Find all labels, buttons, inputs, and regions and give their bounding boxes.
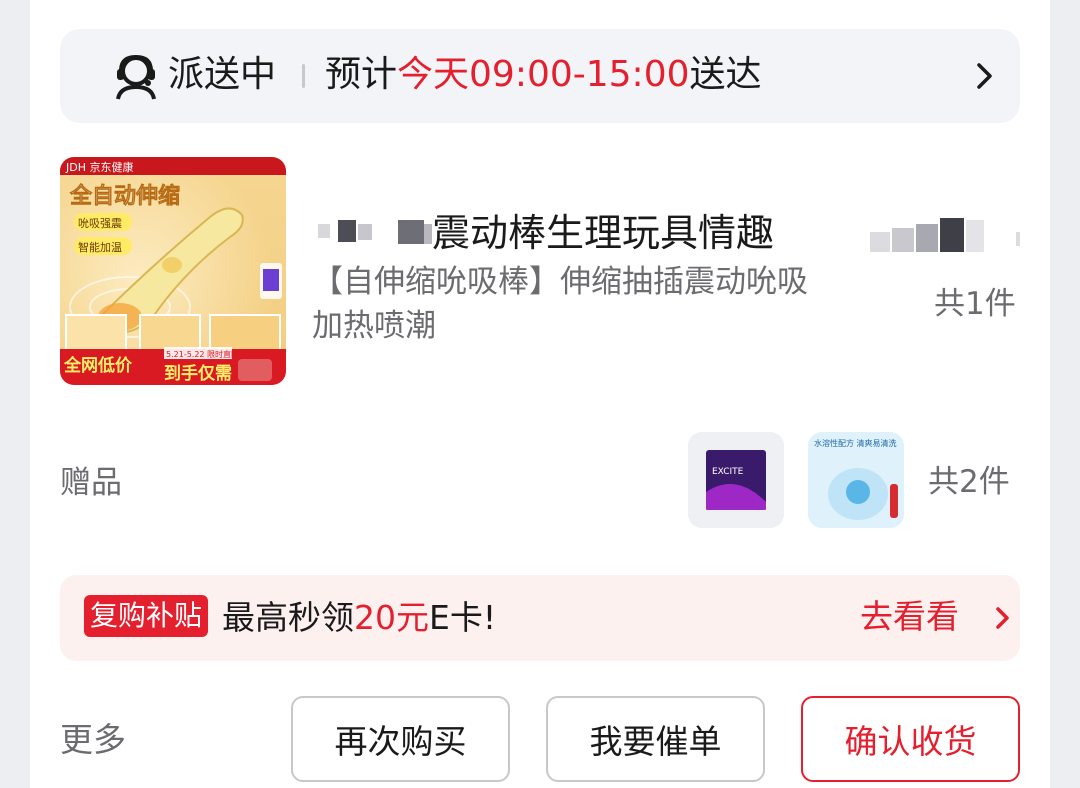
product-image[interactable]: JDH 京东健康 全自动伸缩 吮吸强震 智能加温 全网低价 5.21-5.22 … bbox=[60, 157, 286, 385]
redacted-price bbox=[870, 212, 1020, 256]
promo-suffix: E卡! bbox=[429, 598, 497, 637]
order-card: 派送中 预计今天09:00-15:00送达 JDH 京东健康 全自动伸缩 吮吸强… bbox=[30, 0, 1050, 788]
promo-amount: 20元 bbox=[354, 598, 429, 637]
promo-link[interactable]: 去看看 bbox=[860, 595, 959, 639]
delivery-status-bar[interactable]: 派送中 预计今天09:00-15:00送达 bbox=[60, 29, 1020, 123]
gift-image-1[interactable]: EXCITE bbox=[688, 432, 784, 528]
tag-suction: 吮吸强震 bbox=[78, 216, 122, 230]
headline-text: 全自动伸缩 bbox=[69, 183, 180, 209]
promo-text: 最高秒领20元E卡! bbox=[222, 596, 496, 640]
gift-label: 赠品 bbox=[60, 465, 122, 501]
date-range-text: 5.21-5.22 限时直降 bbox=[166, 349, 239, 359]
chevron-right-icon[interactable] bbox=[968, 59, 1002, 93]
gift-1-text: EXCITE bbox=[712, 467, 744, 477]
redacted-text bbox=[312, 212, 432, 252]
courier-icon bbox=[116, 54, 156, 100]
product-title[interactable]: 震动棒生理玩具情趣 bbox=[432, 208, 774, 258]
promo-badge: 复购补贴 bbox=[84, 595, 209, 637]
product-quantity: 共1件 bbox=[934, 286, 1016, 322]
eta-time: 今天09:00-15:00 bbox=[397, 54, 690, 95]
gift-quantity: 共2件 bbox=[928, 464, 1010, 500]
confirm-receipt-button[interactable]: 确认收货 bbox=[801, 696, 1020, 782]
delivery-status: 派送中 bbox=[168, 54, 277, 95]
divider bbox=[302, 64, 305, 88]
buy-again-button[interactable]: 再次购买 bbox=[291, 696, 510, 782]
brand-text: JDH 京东健康 bbox=[65, 160, 133, 174]
more-button[interactable]: 更多 bbox=[60, 718, 126, 762]
price-lead-text: 到手仅需 bbox=[164, 363, 232, 384]
eta-suffix: 送达 bbox=[689, 54, 762, 95]
delivery-eta: 预计今天09:00-15:00送达 bbox=[325, 53, 762, 97]
chevron-right-icon[interactable] bbox=[990, 605, 1016, 631]
gift-2-text: 水溶性配方 清爽易清洗 bbox=[814, 438, 897, 448]
urge-order-button[interactable]: 我要催单 bbox=[546, 696, 765, 782]
promo-image-text: 全网低价 bbox=[63, 355, 133, 376]
promo-banner[interactable]: 复购补贴 最高秒领20元E卡! 去看看 bbox=[60, 575, 1020, 661]
tag-warm: 智能加温 bbox=[78, 240, 122, 254]
gift-image-2[interactable]: 水溶性配方 清爽易清洗 bbox=[808, 432, 904, 528]
promo-prefix: 最高秒领 bbox=[222, 598, 354, 637]
eta-prefix: 预计 bbox=[325, 54, 398, 95]
product-image-art: JDH 京东健康 全自动伸缩 吮吸强震 智能加温 全网低价 5.21-5.22 … bbox=[60, 157, 286, 385]
product-description[interactable]: 【自伸缩吮吸棒】伸缩抽插震动吮吸加热喷潮 bbox=[312, 260, 832, 348]
